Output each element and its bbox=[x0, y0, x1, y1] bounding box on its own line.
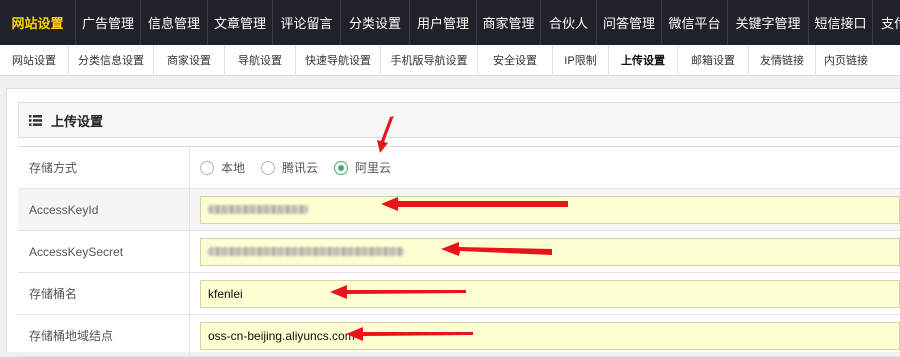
radio-local[interactable]: 本地 bbox=[200, 159, 245, 176]
subnav-item-category-info[interactable]: 分类信息设置 bbox=[69, 45, 154, 75]
radio-tencent-cloud-label[interactable]: 腾讯云 bbox=[282, 159, 318, 176]
subnav-item-ip-limit[interactable]: IP限制 bbox=[553, 45, 609, 75]
subnav-item-merchant[interactable]: 商家设置 bbox=[154, 45, 225, 75]
bucket-name-label: 存储桶名 bbox=[18, 273, 190, 314]
sub-nav: 网站设置 分类信息设置 商家设置 导航设置 快速导航设置 手机版导航设置 安全设… bbox=[0, 45, 900, 76]
topnav-item-info[interactable]: 信息管理 bbox=[141, 0, 208, 45]
bucket-endpoint-field: oss-cn-beijing.aliyuncs.com bbox=[190, 315, 900, 356]
access-key-secret-label: AccessKeySecret bbox=[18, 231, 190, 272]
storage-radio-group: 本地 腾讯云 阿里云 bbox=[200, 159, 407, 176]
topnav-item-partners[interactable]: 合伙人 bbox=[541, 0, 597, 45]
topnav-item-articles[interactable]: 文章管理 bbox=[208, 0, 273, 45]
topnav-item-keywords[interactable]: 关键字管理 bbox=[728, 0, 809, 45]
subnav-item-email[interactable]: 邮箱设置 bbox=[678, 45, 749, 75]
radio-tencent-cloud[interactable]: 腾讯云 bbox=[261, 159, 318, 176]
panel-title: 上传设置 bbox=[51, 113, 104, 129]
access-key-id-masked-value bbox=[208, 205, 308, 214]
bucket-name-field: kfenlei bbox=[190, 273, 900, 314]
subnav-item-inner-links[interactable]: 内页链接 bbox=[816, 45, 876, 75]
access-key-id-row: AccessKeyId bbox=[18, 189, 900, 231]
access-key-id-label: AccessKeyId bbox=[18, 189, 190, 230]
subnav-item-navigation[interactable]: 导航设置 bbox=[225, 45, 296, 75]
access-key-id-input[interactable] bbox=[200, 195, 900, 224]
radio-aliyun-circle[interactable] bbox=[334, 160, 349, 175]
topnav-item-ads[interactable]: 广告管理 bbox=[76, 0, 141, 45]
topnav-item-qa[interactable]: 问答管理 bbox=[597, 0, 662, 45]
content-panel: 上传设置 存储方式 本地 腾讯云 阿里云 AccessKeyId AccessK… bbox=[6, 88, 900, 357]
panel-header: 上传设置 bbox=[18, 102, 900, 138]
bucket-endpoint-input[interactable]: oss-cn-beijing.aliyuncs.com bbox=[200, 321, 900, 350]
subnav-item-quick-nav[interactable]: 快速导航设置 bbox=[296, 45, 381, 75]
storage-method-row: 存储方式 本地 腾讯云 阿里云 bbox=[18, 147, 900, 189]
radio-local-circle[interactable] bbox=[200, 160, 214, 175]
topnav-item-comments[interactable]: 评论留言 bbox=[273, 0, 341, 45]
topnav-item-payment[interactable]: 支付管理 bbox=[873, 0, 900, 45]
bucket-name-input[interactable]: kfenlei bbox=[200, 279, 900, 308]
radio-aliyun-label[interactable]: 阿里云 bbox=[355, 159, 391, 176]
radio-aliyun[interactable]: 阿里云 bbox=[334, 159, 391, 176]
access-key-secret-row: AccessKeySecret bbox=[18, 231, 900, 273]
radio-tencent-cloud-circle[interactable] bbox=[261, 160, 276, 175]
topnav-item-users[interactable]: 用户管理 bbox=[410, 0, 477, 45]
subnav-item-upload[interactable]: 上传设置 bbox=[609, 45, 678, 75]
bucket-name-row: 存储桶名 kfenlei bbox=[18, 273, 900, 315]
subnav-item-website[interactable]: 网站设置 bbox=[0, 45, 69, 75]
list-icon bbox=[29, 114, 42, 126]
access-key-secret-input[interactable] bbox=[200, 237, 900, 266]
access-key-secret-masked-value bbox=[208, 247, 404, 256]
topnav-item-sms[interactable]: 短信接口 bbox=[809, 0, 873, 45]
storage-method-label: 存储方式 bbox=[18, 147, 190, 188]
upload-settings-form: 存储方式 本地 腾讯云 阿里云 AccessKeyId AccessKeySec… bbox=[18, 146, 900, 357]
radio-local-label[interactable]: 本地 bbox=[221, 159, 245, 176]
topnav-item-merchants[interactable]: 商家管理 bbox=[477, 0, 541, 45]
subnav-item-mobile-nav[interactable]: 手机版导航设置 bbox=[381, 45, 478, 75]
topnav-item-wechat[interactable]: 微信平台 bbox=[662, 0, 728, 45]
subnav-item-friend-links[interactable]: 友情链接 bbox=[749, 45, 816, 75]
access-key-secret-field bbox=[190, 231, 900, 272]
top-nav: 网站设置 广告管理 信息管理 文章管理 评论留言 分类设置 用户管理 商家管理 … bbox=[0, 0, 900, 45]
storage-method-field: 本地 腾讯云 阿里云 bbox=[190, 147, 900, 188]
subnav-item-security[interactable]: 安全设置 bbox=[478, 45, 553, 75]
topnav-item-categories[interactable]: 分类设置 bbox=[341, 0, 410, 45]
bucket-endpoint-label: 存储桶地域结点 bbox=[18, 315, 190, 356]
topnav-item-website-settings[interactable]: 网站设置 bbox=[0, 0, 76, 45]
access-key-id-field bbox=[190, 189, 900, 230]
